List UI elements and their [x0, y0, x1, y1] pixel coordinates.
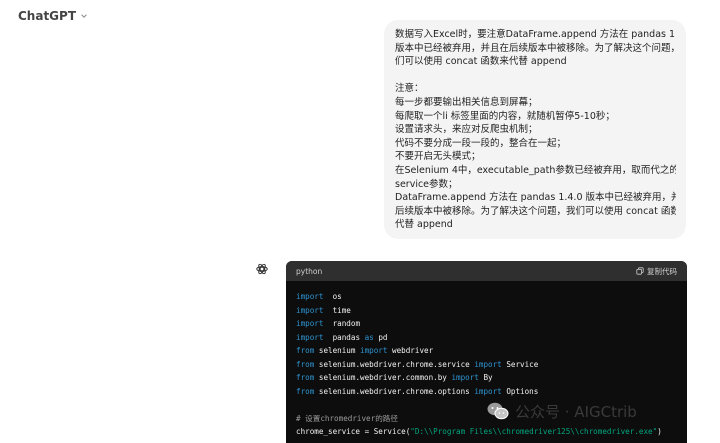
code-token: chrome_service = Service( — [296, 427, 411, 436]
chevron-down-icon — [81, 14, 87, 18]
message-line: 代替 append — [395, 219, 453, 231]
code-token: import — [451, 373, 479, 382]
code-token: # 设置chromedriver的路径 — [296, 413, 398, 423]
code-line: import random — [296, 317, 677, 331]
code-token: import — [296, 305, 324, 315]
code-line: from selenium import webdriver — [296, 344, 677, 358]
code-block-header: python 复制代码 — [286, 261, 687, 281]
message-line: 数据写入Excel时，要注意DataFrame.append 方法在 panda… — [395, 29, 676, 40]
copy-code-button[interactable]: 复制代码 — [636, 266, 677, 277]
message-line: 后续版本中被移除。为了解决这个问题，我们可以使用 concat 函数来 — [395, 205, 676, 217]
code-token: random — [323, 319, 361, 328]
message-line: 不要开启无头模式； — [395, 151, 481, 163]
message-line: 代码不要分成一段一段的，整合在一起； — [395, 137, 567, 149]
message-line — [395, 69, 676, 83]
message-line: 每爬取一个li 标签里面的内容，就随机暂停5-10秒； — [395, 110, 615, 122]
code-token: "D:\\Program Files\\chromedriver125\\chr… — [410, 427, 658, 436]
user-message-bubble: 数据写入Excel时，要注意DataFrame.append 方法在 panda… — [384, 20, 686, 239]
code-token: Options — [501, 386, 539, 396]
watermark: 公众号 · AIGCtrib — [486, 399, 637, 423]
copy-icon — [636, 267, 644, 275]
code-line: from selenium.webdriver.chrome.options i… — [296, 385, 677, 399]
code-token: import — [360, 346, 388, 355]
code-token: os — [323, 292, 342, 301]
message-line: service参数； — [395, 178, 458, 190]
message-line: 版本中已经被弃用，并且在后续版本中被移除。为了解决这个问题，我 — [395, 42, 676, 54]
code-token: import — [296, 319, 324, 328]
message-line: 每一步都要输出相关信息到屏幕； — [395, 96, 538, 108]
code-token: selenium.webdriver.chrome.service — [314, 359, 475, 369]
code-token: as — [364, 332, 374, 342]
copy-code-label: 复制代码 — [647, 266, 677, 276]
code-token: webdriver — [387, 346, 434, 355]
code-token: selenium — [314, 346, 361, 355]
model-name: ChatGPT — [18, 9, 77, 23]
code-token: Service — [501, 359, 539, 369]
message-line: DataFrame.append 方法在 pandas 1.4.0 版本中已经被… — [395, 192, 676, 204]
code-token: import — [296, 292, 324, 301]
code-token: selenium.webdriver.common.by — [314, 373, 452, 382]
model-switcher[interactable]: ChatGPT — [18, 9, 88, 23]
message-line: 们可以使用 concat 函数来代替 append — [395, 56, 567, 68]
code-token: pandas — [323, 332, 365, 342]
code-token: from — [296, 373, 315, 382]
message-line: 在Selenium 4中，executable_path参数已经被弃用，取而代之… — [395, 164, 676, 176]
code-line: import pandas as pd — [296, 331, 677, 345]
code-line: from selenium.webdriver.chrome.service i… — [296, 358, 677, 372]
code-token: selenium.webdriver.chrome.options — [314, 386, 475, 396]
message-line: 注意： — [395, 83, 424, 95]
code-token: import — [474, 359, 502, 369]
openai-logo-icon — [256, 263, 268, 275]
code-token: import — [296, 332, 324, 342]
code-token: from — [296, 359, 315, 369]
code-token: import — [474, 386, 502, 396]
code-token: from — [296, 386, 315, 396]
code-token: ) — [657, 427, 662, 436]
code-line: from selenium.webdriver.common.by import… — [296, 371, 677, 385]
code-token: By — [478, 373, 493, 382]
wechat-logo-icon — [487, 402, 509, 420]
code-language-label: python — [296, 266, 323, 276]
message-line: 设置请求头，来应对反爬虫机制； — [395, 124, 538, 136]
code-line: import time — [296, 304, 677, 318]
code-token: from — [296, 346, 315, 355]
code-line: chrome_service = Service("D:\\Program Fi… — [296, 425, 677, 439]
code-token: time — [323, 305, 351, 315]
watermark-text: 公众号 · AIGCtrib — [515, 402, 637, 421]
code-line: import os — [296, 290, 677, 304]
code-token: pd — [373, 332, 388, 342]
